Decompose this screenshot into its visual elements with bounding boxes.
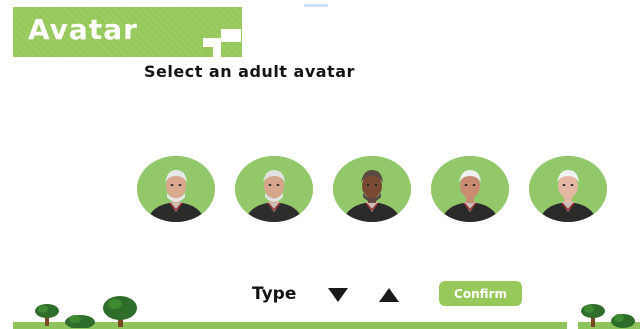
avatar-portrait-icon — [235, 156, 313, 222]
banner-notch — [221, 29, 241, 42]
avatar-option-4[interactable] — [431, 156, 509, 222]
bush-icon — [65, 315, 95, 328]
top-accent-line — [304, 4, 328, 7]
avatar-portrait-icon — [431, 156, 509, 222]
avatar-option-3[interactable] — [333, 156, 411, 222]
instruction-text: Select an adult avatar — [144, 62, 355, 81]
triangle-down-icon — [328, 288, 348, 302]
tree-icon — [35, 304, 59, 326]
avatar-portrait-icon — [333, 156, 411, 222]
type-down-button[interactable] — [327, 287, 349, 303]
avatar-portrait-icon — [529, 156, 607, 222]
banner-notch — [203, 47, 213, 57]
tree-icon — [581, 304, 605, 327]
avatar-option-1[interactable] — [137, 156, 215, 222]
avatar-option-5[interactable] — [529, 156, 607, 222]
type-up-button[interactable] — [378, 287, 400, 303]
triangle-up-icon — [379, 288, 399, 302]
tree-icon — [103, 296, 137, 327]
page-title: Avatar — [28, 13, 138, 46]
title-banner: Avatar — [13, 7, 242, 57]
confirm-button[interactable]: Confirm — [439, 281, 522, 306]
ground-strip — [13, 322, 567, 329]
avatar-portrait-icon — [137, 156, 215, 222]
avatar-screen: Avatar Select an adult avatar Type Confi… — [0, 0, 640, 329]
type-label: Type — [252, 284, 297, 304]
avatar-option-2[interactable] — [235, 156, 313, 222]
bush-icon — [611, 314, 635, 328]
